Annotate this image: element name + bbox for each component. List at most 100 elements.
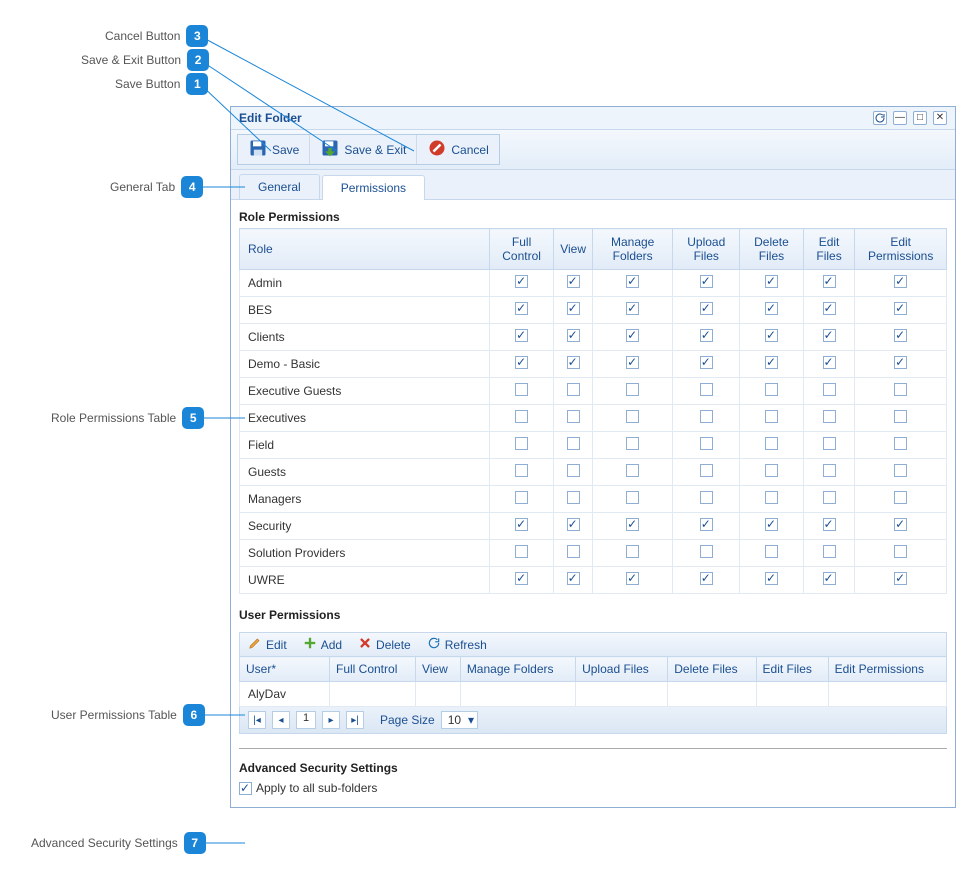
permission-checkbox[interactable] [894, 410, 907, 423]
permission-checkbox[interactable] [567, 383, 580, 396]
pager-last[interactable]: ▸| [346, 711, 364, 729]
permission-checkbox[interactable] [894, 356, 907, 369]
permission-checkbox[interactable] [823, 410, 836, 423]
col-delete-files[interactable]: Delete Files [740, 229, 804, 270]
permission-checkbox[interactable] [515, 545, 528, 558]
save-button[interactable]: Save [238, 135, 310, 164]
permission-checkbox[interactable] [765, 356, 778, 369]
permission-checkbox[interactable] [515, 464, 528, 477]
permission-checkbox[interactable] [765, 518, 778, 531]
permission-checkbox[interactable] [823, 275, 836, 288]
ucol-upload-files[interactable]: Upload Files [576, 657, 668, 682]
permission-checkbox[interactable] [515, 518, 528, 531]
permission-checkbox[interactable] [765, 383, 778, 396]
permission-checkbox[interactable] [567, 302, 580, 315]
permission-checkbox[interactable] [515, 491, 528, 504]
permission-checkbox[interactable] [894, 491, 907, 504]
ucol-delete-files[interactable]: Delete Files [668, 657, 756, 682]
permission-checkbox[interactable] [626, 275, 639, 288]
col-view[interactable]: View [554, 229, 593, 270]
permission-checkbox[interactable] [626, 518, 639, 531]
ucol-edit-permissions[interactable]: Edit Permissions [828, 657, 946, 682]
permission-checkbox[interactable] [626, 464, 639, 477]
pager-next[interactable]: ▸ [322, 711, 340, 729]
permission-checkbox[interactable] [626, 545, 639, 558]
col-edit-permissions[interactable]: Edit Permissions [855, 229, 947, 270]
permission-checkbox[interactable] [765, 491, 778, 504]
permission-checkbox[interactable] [567, 437, 580, 450]
permission-checkbox[interactable] [515, 572, 528, 585]
permission-checkbox[interactable] [823, 437, 836, 450]
permission-checkbox[interactable] [567, 329, 580, 342]
pager-prev[interactable]: ◂ [272, 711, 290, 729]
permission-checkbox[interactable] [823, 383, 836, 396]
permission-checkbox[interactable] [700, 572, 713, 585]
ucol-manage-folders[interactable]: Manage Folders [460, 657, 575, 682]
col-manage-folders[interactable]: Manage Folders [593, 229, 673, 270]
permission-checkbox[interactable] [894, 275, 907, 288]
permission-checkbox[interactable] [515, 383, 528, 396]
ucol-edit-files[interactable]: Edit Files [756, 657, 828, 682]
permission-checkbox[interactable] [567, 464, 580, 477]
permission-checkbox[interactable] [567, 275, 580, 288]
permission-checkbox[interactable] [823, 491, 836, 504]
permission-checkbox[interactable] [567, 491, 580, 504]
permission-checkbox[interactable] [515, 437, 528, 450]
pager-first[interactable]: |◂ [248, 711, 266, 729]
permission-checkbox[interactable] [567, 572, 580, 585]
permission-checkbox[interactable] [823, 302, 836, 315]
permission-checkbox[interactable] [700, 518, 713, 531]
permission-checkbox[interactable] [700, 275, 713, 288]
permission-checkbox[interactable] [765, 545, 778, 558]
col-upload-files[interactable]: Upload Files [673, 229, 740, 270]
permission-checkbox[interactable] [626, 302, 639, 315]
ucol-user[interactable]: User* [240, 657, 330, 682]
permission-checkbox[interactable] [515, 410, 528, 423]
permission-checkbox[interactable] [515, 302, 528, 315]
permission-checkbox[interactable] [567, 545, 580, 558]
permission-checkbox[interactable] [626, 356, 639, 369]
permission-checkbox[interactable] [567, 356, 580, 369]
permission-checkbox[interactable] [894, 302, 907, 315]
permission-checkbox[interactable] [515, 329, 528, 342]
permission-checkbox[interactable] [700, 302, 713, 315]
permission-checkbox[interactable] [823, 545, 836, 558]
ucol-full-control[interactable]: Full Control [330, 657, 416, 682]
permission-checkbox[interactable] [894, 518, 907, 531]
permission-checkbox[interactable] [700, 437, 713, 450]
permission-checkbox[interactable] [823, 518, 836, 531]
maximize-button[interactable]: □ [913, 111, 927, 125]
permission-checkbox[interactable] [700, 545, 713, 558]
refresh-icon[interactable] [873, 111, 887, 125]
permission-checkbox[interactable] [765, 437, 778, 450]
permission-checkbox[interactable] [894, 464, 907, 477]
apply-subfolders-checkbox[interactable] [239, 782, 252, 795]
save-exit-button[interactable]: Save & Exit [310, 135, 417, 164]
col-edit-files[interactable]: Edit Files [803, 229, 855, 270]
permission-checkbox[interactable] [765, 464, 778, 477]
permission-checkbox[interactable] [823, 572, 836, 585]
pager-page[interactable]: 1 [296, 711, 316, 729]
permission-checkbox[interactable] [700, 329, 713, 342]
permission-checkbox[interactable] [700, 410, 713, 423]
tab-general[interactable]: General [239, 174, 320, 199]
refresh-button[interactable]: Refresh [427, 636, 487, 653]
delete-button[interactable]: Delete [358, 636, 411, 653]
permission-checkbox[interactable] [626, 410, 639, 423]
permission-checkbox[interactable] [823, 356, 836, 369]
permission-checkbox[interactable] [515, 275, 528, 288]
col-role[interactable]: Role [240, 229, 490, 270]
permission-checkbox[interactable] [515, 356, 528, 369]
add-button[interactable]: Add [303, 636, 342, 653]
permission-checkbox[interactable] [700, 356, 713, 369]
permission-checkbox[interactable] [823, 464, 836, 477]
permission-checkbox[interactable] [626, 572, 639, 585]
permission-checkbox[interactable] [567, 518, 580, 531]
permission-checkbox[interactable] [765, 302, 778, 315]
permission-checkbox[interactable] [894, 572, 907, 585]
permission-checkbox[interactable] [894, 545, 907, 558]
minimize-button[interactable]: — [893, 111, 907, 125]
permission-checkbox[interactable] [626, 329, 639, 342]
permission-checkbox[interactable] [567, 410, 580, 423]
page-size-select[interactable]: 10 [441, 711, 478, 729]
